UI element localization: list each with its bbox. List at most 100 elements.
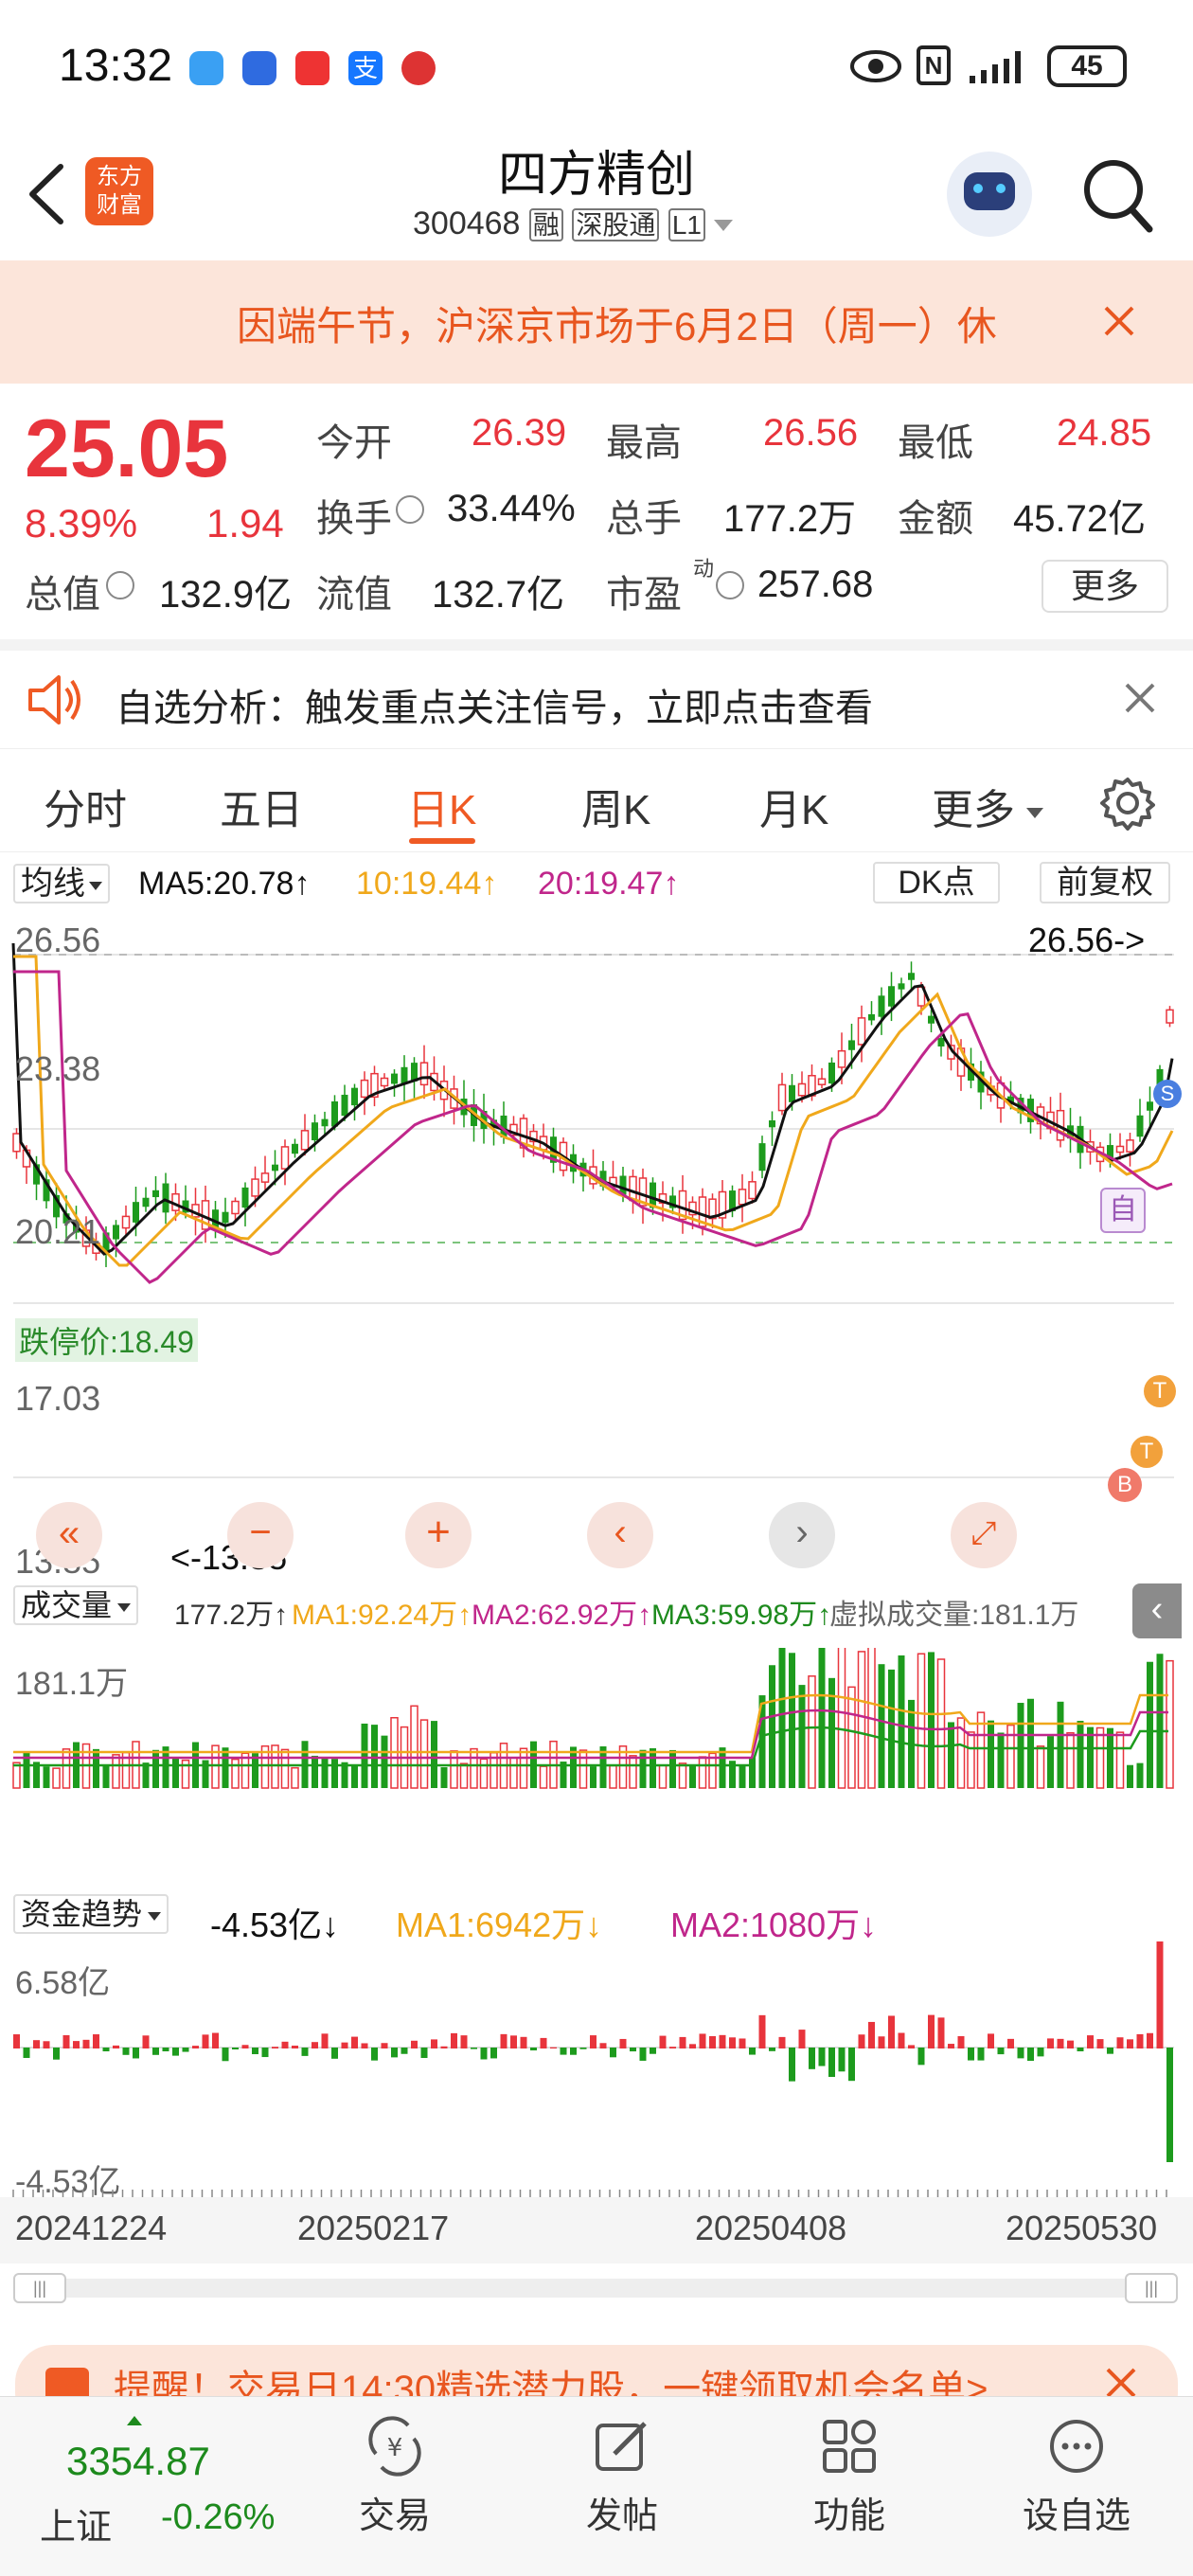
- close-icon[interactable]: [1123, 681, 1157, 715]
- adjust-select[interactable]: 前复权: [1040, 862, 1170, 903]
- dk-point-select[interactable]: DK点: [873, 862, 1000, 903]
- candle-body: [1126, 1139, 1134, 1153]
- stock-meta[interactable]: 300468 融 深股通 L1: [413, 205, 734, 248]
- indicator-select[interactable]: 均线: [13, 864, 110, 903]
- self-select-tag[interactable]: 自: [1100, 1188, 1146, 1233]
- zoom-out-button[interactable]: −: [227, 1502, 294, 1568]
- tab-intraday[interactable]: 分时: [44, 776, 127, 836]
- scroll-left-button[interactable]: ‹: [587, 1502, 653, 1568]
- range-scrollbar[interactable]: [15, 2279, 1178, 2298]
- nav-functions[interactable]: 功能: [778, 2416, 920, 2538]
- watchlist-analysis-bar[interactable]: 自选分析：触发重点关注信号，立即点击查看: [0, 639, 1193, 748]
- signal-t-badge: T: [1131, 1436, 1163, 1468]
- volume-select[interactable]: 成交量: [13, 1585, 139, 1625]
- y-label-4: 17.03: [15, 1379, 101, 1418]
- fund-bar: [391, 2048, 398, 2058]
- robot-assistant-icon[interactable]: [947, 152, 1032, 237]
- volume-bar: [678, 1762, 687, 1789]
- index-widget[interactable]: 3354.87 上证 -0.26%: [28, 2416, 294, 2558]
- volume-bar: [1115, 1731, 1125, 1789]
- nav-post[interactable]: 发帖: [551, 2416, 693, 2538]
- fund-bar: [1047, 2038, 1054, 2048]
- candle-body: [121, 1215, 131, 1229]
- promo-speaker-icon: [45, 2368, 89, 2396]
- volume-bar: [431, 1721, 437, 1788]
- fund-bar: [599, 2043, 607, 2048]
- candle-body: [331, 1100, 338, 1127]
- search-icon[interactable]: [1079, 155, 1155, 235]
- candle-body: [312, 1122, 318, 1141]
- fund-bar: [639, 2048, 647, 2061]
- holiday-notice-banner[interactable]: 因端午节，沪深京市场于6月2日（周一）休: [0, 260, 1193, 384]
- volume-bar: [93, 1748, 99, 1788]
- collapse-panel-button[interactable]: ‹: [1132, 1583, 1182, 1638]
- fund-bar: [451, 2032, 457, 2048]
- fund-trend-chart[interactable]: [0, 1941, 1193, 2197]
- tab-more[interactable]: 更多: [932, 776, 1044, 836]
- fund-bar: [739, 2038, 746, 2048]
- fullscreen-button[interactable]: ⤢: [951, 1502, 1017, 1568]
- fund-bar: [838, 2048, 846, 2072]
- volume-bar: [590, 1766, 596, 1788]
- nav-add-watchlist[interactable]: 设自选: [1006, 2416, 1148, 2538]
- tab-monthly-k[interactable]: 月K: [759, 776, 828, 836]
- volume-bar: [847, 1686, 856, 1789]
- fund-bar: [133, 2048, 139, 2059]
- zoom-in-button[interactable]: +: [405, 1502, 472, 1568]
- nav-trade[interactable]: ¥ 交易: [324, 2416, 466, 2538]
- rewind-button[interactable]: «: [36, 1502, 102, 1568]
- yuan-exchange-icon: ¥: [368, 2416, 421, 2477]
- scroll-right-button[interactable]: ›: [769, 1502, 835, 1568]
- candle-body: [351, 1087, 358, 1106]
- caret-down-icon: [89, 881, 102, 890]
- fund-bar: [540, 2037, 547, 2048]
- fund-bar: [679, 2036, 686, 2048]
- volume-bar: [928, 1652, 935, 1788]
- volume-bar: [519, 1747, 528, 1789]
- info-icon[interactable]: [716, 571, 744, 599]
- close-icon[interactable]: [1104, 2366, 1138, 2396]
- volume-bar: [280, 1748, 290, 1789]
- scroll-handle-left[interactable]: |||: [13, 2273, 66, 2303]
- volume-bar: [789, 1653, 795, 1788]
- fund-bar: [1156, 1941, 1164, 2048]
- tab-five-day[interactable]: 五日: [220, 776, 303, 836]
- volume-bar: [1066, 1732, 1075, 1789]
- fund-bar: [650, 2048, 656, 2054]
- fund-bar: [898, 2032, 905, 2048]
- volume-bar: [639, 1749, 647, 1788]
- fund-ma1: MA1:6942万↓: [396, 1905, 603, 1944]
- volume-ma2: MA2:62.92万↑: [472, 1600, 652, 1631]
- more-button[interactable]: 更多: [1042, 560, 1168, 613]
- fund-bar: [769, 2048, 775, 2051]
- volume-bar: [948, 1722, 954, 1788]
- close-icon[interactable]: [1100, 302, 1138, 340]
- fund-bar: [192, 2046, 199, 2048]
- volume-bar: [1027, 1698, 1034, 1788]
- promo-banner[interactable]: 提醒！交易日14:30精选潜力股，一键领取机会名单>: [0, 2339, 1193, 2396]
- back-arrow-icon[interactable]: [25, 161, 66, 227]
- info-icon[interactable]: [396, 495, 424, 524]
- tab-daily-k[interactable]: 日K: [407, 776, 476, 836]
- fund-bar: [560, 2048, 567, 2055]
- volume-chart[interactable]: [0, 1648, 1193, 1799]
- eye-icon: [850, 50, 901, 82]
- gear-icon[interactable]: [1100, 776, 1155, 831]
- candle-body: [928, 1015, 935, 1024]
- fund-bar: [1037, 2048, 1044, 2057]
- fund-bar: [1136, 2033, 1144, 2048]
- fund-bar: [341, 2042, 348, 2048]
- last-price: 25.05: [25, 403, 229, 494]
- fund-bar: [102, 2048, 110, 2052]
- scroll-handle-right[interactable]: |||: [1125, 2273, 1178, 2303]
- caret-down-icon: [148, 1912, 162, 1922]
- kline-chart[interactable]: [0, 909, 1193, 1487]
- tab-weekly-k[interactable]: 周K: [581, 776, 650, 836]
- candle-body: [231, 1200, 240, 1215]
- fund-bar: [152, 2048, 159, 2055]
- app-logo[interactable]: 东方 财富: [85, 157, 153, 225]
- info-icon[interactable]: [106, 571, 134, 599]
- nav-post-label: 发帖: [585, 2496, 658, 2536]
- fund-select[interactable]: 资金趋势: [13, 1894, 169, 1934]
- level-badge: L1: [668, 208, 706, 242]
